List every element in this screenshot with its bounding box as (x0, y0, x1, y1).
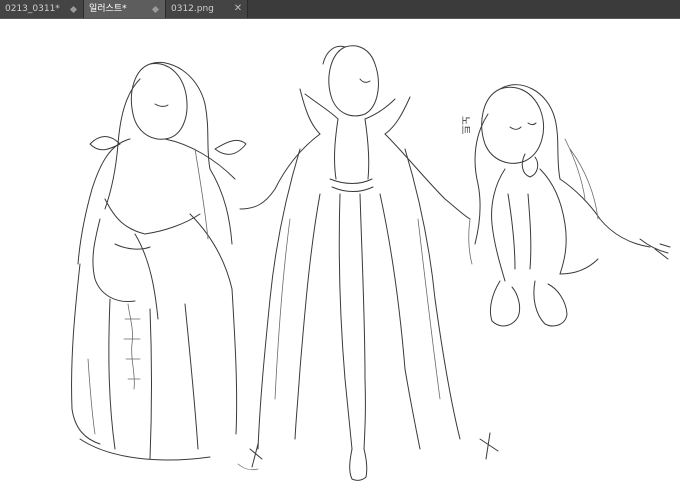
sketch-annotation: 노트 (459, 116, 471, 134)
sketch-artwork: 노트 (71, 45, 671, 481)
diamond-icon (69, 5, 78, 13)
sketch-figure-center (237, 45, 499, 481)
document-tab-bar: 0213_0311* 일러스트* 0312.png ✕ (0, 0, 680, 19)
tab-illustration[interactable]: 일러스트* (84, 0, 166, 18)
drawing-canvas[interactable]: 노트 (0, 19, 680, 502)
sketch-figure-right (468, 84, 671, 327)
paint-app-window: 0213_0311* 일러스트* 0312.png ✕ 노트 (0, 0, 680, 502)
close-icon[interactable]: ✕ (233, 0, 243, 18)
tab-0213-0311[interactable]: 0213_0311* (0, 0, 84, 18)
tab-label: 0213_0311* (5, 4, 60, 14)
tab-0312-png[interactable]: 0312.png ✕ (166, 0, 248, 18)
sketch-figure-left (71, 62, 247, 461)
tab-label: 일러스트* (89, 4, 127, 14)
tab-label: 0312.png (171, 4, 214, 14)
tab-bar-empty-space (248, 0, 680, 18)
diamond-icon (151, 5, 160, 13)
